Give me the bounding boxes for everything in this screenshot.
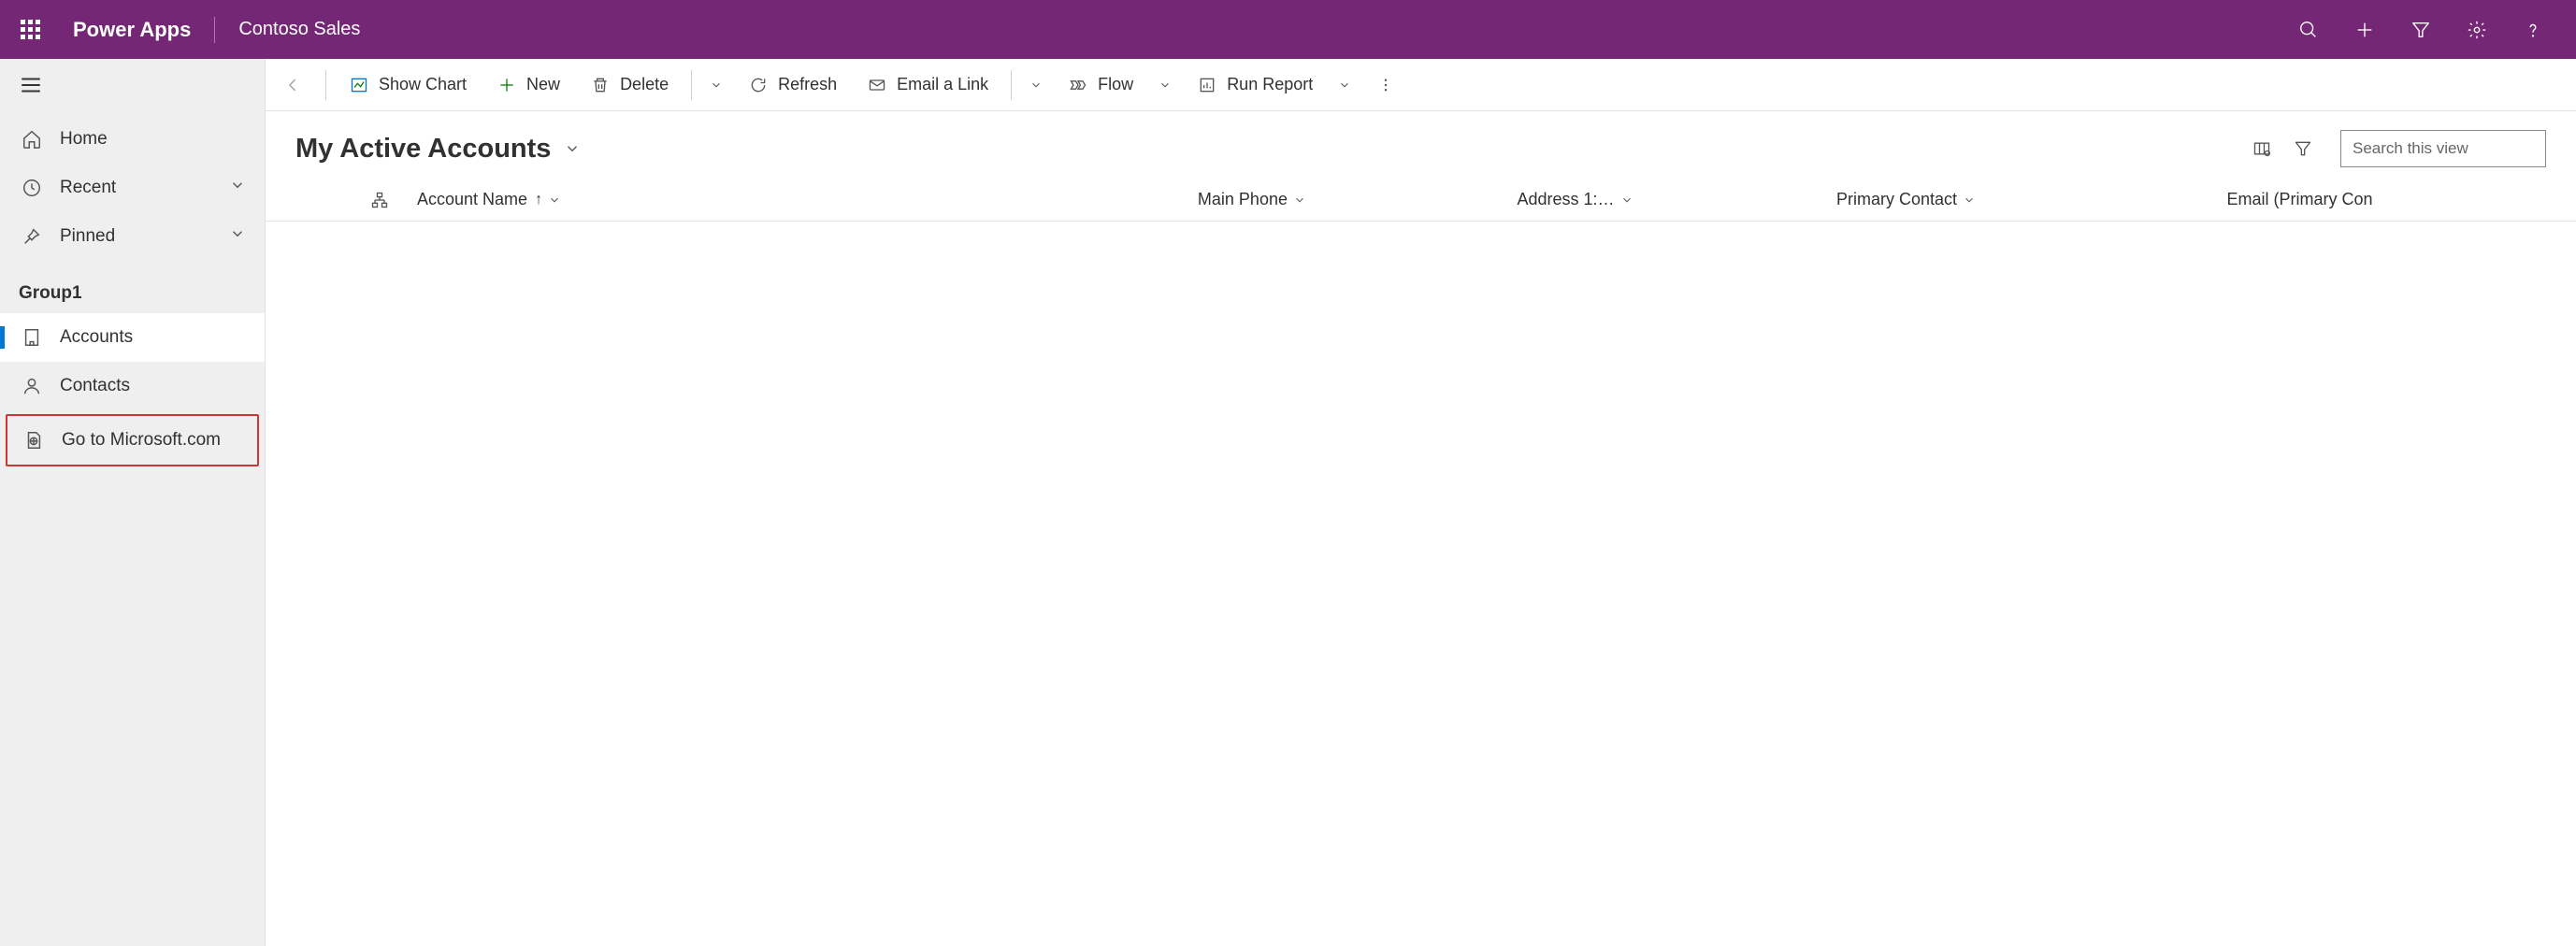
home-icon <box>19 126 45 152</box>
flow-split-button[interactable] <box>1148 66 1182 104</box>
refresh-button[interactable]: Refresh <box>733 66 852 104</box>
gear-icon[interactable] <box>2449 7 2505 52</box>
divider <box>214 17 215 43</box>
delete-split-button[interactable] <box>699 66 733 104</box>
report-icon <box>1197 75 1217 95</box>
sidebar-item-accounts[interactable]: Accounts <box>0 313 265 362</box>
column-label: Email (Primary Con <box>2226 190 2372 209</box>
cmd-label: Show Chart <box>379 75 467 94</box>
flow-icon <box>1068 75 1088 95</box>
chevron-down-icon <box>1293 194 1306 207</box>
app-header: Power Apps Contoso Sales <box>0 0 2576 59</box>
edit-columns-button[interactable] <box>2243 130 2281 167</box>
back-button[interactable] <box>277 68 310 102</box>
run-report-button[interactable]: Run Report <box>1182 66 1328 104</box>
waffle-icon[interactable] <box>15 15 45 45</box>
app-title[interactable]: Power Apps <box>73 18 191 42</box>
refresh-icon <box>748 75 769 95</box>
nav-label: Accounts <box>60 327 133 348</box>
cmd-label: New <box>526 75 560 94</box>
search-view <box>2340 130 2546 167</box>
sidebar: Home Recent Pinned Group1 Accounts Conta… <box>0 59 266 946</box>
nav-label: Home <box>60 129 108 150</box>
filter-icon[interactable] <box>2393 7 2449 52</box>
email-split-button[interactable] <box>1019 66 1053 104</box>
person-icon <box>19 373 45 399</box>
sidebar-item-home[interactable]: Home <box>0 115 265 164</box>
cmd-label: Flow <box>1098 75 1133 94</box>
divider <box>325 70 326 100</box>
chevron-down-icon <box>1963 194 1976 207</box>
chevron-down-icon <box>229 225 246 248</box>
column-main-phone[interactable]: Main Phone <box>1198 190 1518 209</box>
sidebar-item-contacts[interactable]: Contacts <box>0 362 265 410</box>
flow-button[interactable]: Flow <box>1053 66 1148 104</box>
more-commands-button[interactable] <box>1369 66 1403 104</box>
filter-button[interactable] <box>2284 130 2322 167</box>
chart-icon <box>349 75 369 95</box>
plus-icon <box>496 75 517 95</box>
grid-header: Account Name ↑ Main Phone Address 1:… Pr… <box>266 179 2576 222</box>
sidebar-item-go-to-microsoft[interactable]: Go to Microsoft.com <box>6 414 259 466</box>
main-area: Show Chart New Delete Refresh Email a Li… <box>266 59 2576 946</box>
help-icon[interactable] <box>2505 7 2561 52</box>
cmd-label: Refresh <box>778 75 837 94</box>
sidebar-item-recent[interactable]: Recent <box>0 164 265 212</box>
globe-file-icon <box>21 427 47 453</box>
chevron-down-icon <box>229 177 246 199</box>
command-bar: Show Chart New Delete Refresh Email a Li… <box>266 59 2576 111</box>
column-email[interactable]: Email (Primary Con <box>2226 190 2546 209</box>
building-icon <box>19 324 45 351</box>
report-split-button[interactable] <box>1328 66 1361 104</box>
show-chart-button[interactable]: Show Chart <box>334 66 482 104</box>
mail-icon <box>867 75 887 95</box>
nav-label: Pinned <box>60 226 115 247</box>
cmd-label: Email a Link <box>897 75 988 94</box>
new-button[interactable]: New <box>482 66 575 104</box>
cmd-label: Run Report <box>1227 75 1313 94</box>
delete-button[interactable]: Delete <box>575 66 684 104</box>
add-icon[interactable] <box>2337 7 2393 52</box>
chevron-down-icon <box>548 194 561 207</box>
pin-icon <box>19 223 45 250</box>
environment-name[interactable]: Contoso Sales <box>238 19 360 40</box>
sort-asc-icon: ↑ <box>535 192 542 208</box>
sidebar-item-pinned[interactable]: Pinned <box>0 212 265 261</box>
view-selector[interactable]: My Active Accounts <box>295 134 581 165</box>
column-account-name[interactable]: Account Name ↑ <box>408 190 1198 209</box>
divider <box>1011 70 1012 100</box>
cmd-label: Delete <box>620 75 669 94</box>
column-primary-contact[interactable]: Primary Contact <box>1836 190 2226 209</box>
nav-label: Recent <box>60 178 116 198</box>
email-link-button[interactable]: Email a Link <box>852 66 1003 104</box>
sidebar-group-label: Group1 <box>0 261 265 313</box>
chevron-down-icon <box>564 140 581 157</box>
column-label: Address 1:… <box>1517 190 1614 209</box>
column-label: Primary Contact <box>1836 190 1957 209</box>
hamburger-icon[interactable] <box>19 73 43 102</box>
column-address1[interactable]: Address 1:… <box>1517 190 1836 209</box>
search-input[interactable] <box>2340 130 2546 167</box>
nav-label: Go to Microsoft.com <box>62 430 221 451</box>
column-label: Account Name <box>417 190 527 209</box>
chevron-down-icon <box>1620 194 1633 207</box>
search-icon[interactable] <box>2281 7 2337 52</box>
view-header: My Active Accounts <box>266 111 2576 179</box>
column-label: Main Phone <box>1198 190 1288 209</box>
hierarchy-icon[interactable] <box>352 191 408 209</box>
nav-label: Contacts <box>60 376 130 396</box>
view-title-text: My Active Accounts <box>295 134 551 165</box>
divider <box>691 70 692 100</box>
trash-icon <box>590 75 611 95</box>
clock-icon <box>19 175 45 201</box>
